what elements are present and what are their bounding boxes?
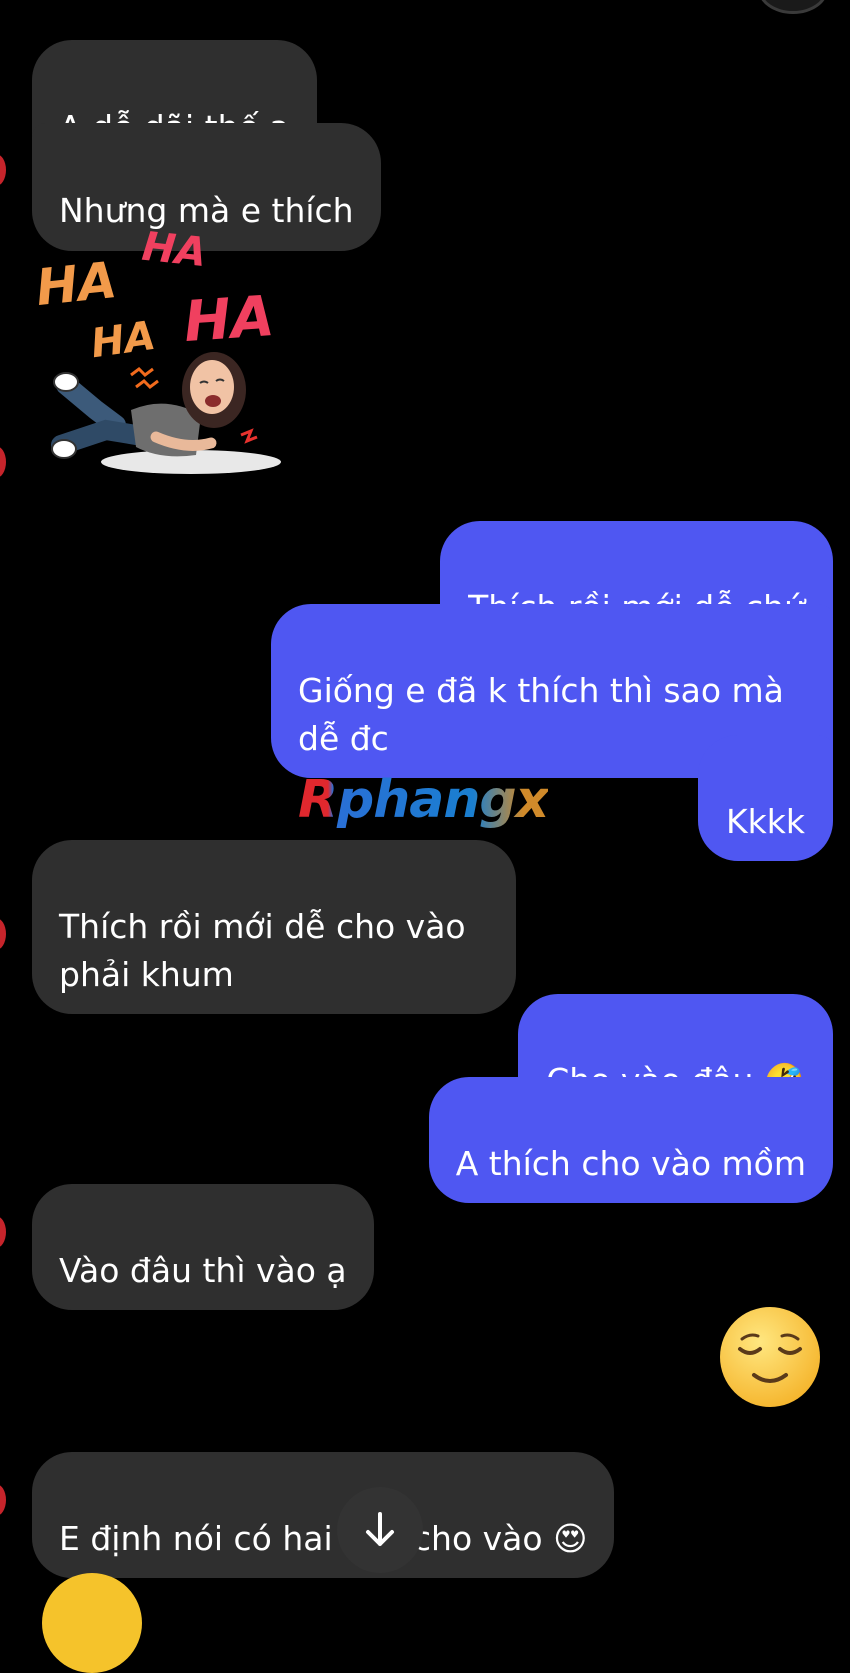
sticker-ha-3: HA: [88, 312, 159, 368]
relieved-face-icon: [720, 1307, 820, 1407]
sticker-ha-4: HA: [181, 283, 277, 356]
watermark-logo: Rphangx: [298, 770, 549, 830]
message-text: E định nói có hai chỗ cho vào 😍: [59, 1519, 588, 1558]
sticker-ha-1: HA: [33, 250, 120, 318]
message-text: Vào đâu thì vào ạ: [59, 1251, 347, 1290]
sender-avatar[interactable]: [0, 446, 6, 478]
sender-avatar[interactable]: [0, 1216, 6, 1248]
incoming-message[interactable]: Vào đâu thì vào ạ: [32, 1184, 374, 1310]
message-text: Kkkk: [726, 802, 805, 841]
outgoing-message[interactable]: Kkkk: [698, 735, 833, 861]
sender-avatar[interactable]: [0, 1484, 6, 1516]
sticker-ha-2: HA: [139, 223, 209, 277]
sender-avatar[interactable]: [0, 918, 6, 950]
arrow-down-icon: [366, 1512, 394, 1546]
outgoing-message[interactable]: A thích cho vào mồm: [428, 1077, 833, 1203]
relieved-face-emoji[interactable]: [718, 1305, 822, 1409]
scroll-to-bottom-button[interactable]: [337, 1487, 423, 1573]
partial-emoji-top: [758, 0, 828, 14]
sender-avatar[interactable]: [0, 154, 6, 186]
message-text: A thích cho vào mồm: [455, 1144, 806, 1183]
incoming-message[interactable]: E định nói có hai chỗ cho vào 😍: [32, 1452, 615, 1578]
partial-emoji-bottom: [42, 1573, 142, 1673]
incoming-message[interactable]: Thích rồi mới dễ cho vào phải khum: [32, 840, 516, 1014]
laughing-sticker[interactable]: HA HA HA HA: [33, 223, 286, 485]
message-text: Thích rồi mới dễ cho vào phải khum: [59, 907, 466, 994]
